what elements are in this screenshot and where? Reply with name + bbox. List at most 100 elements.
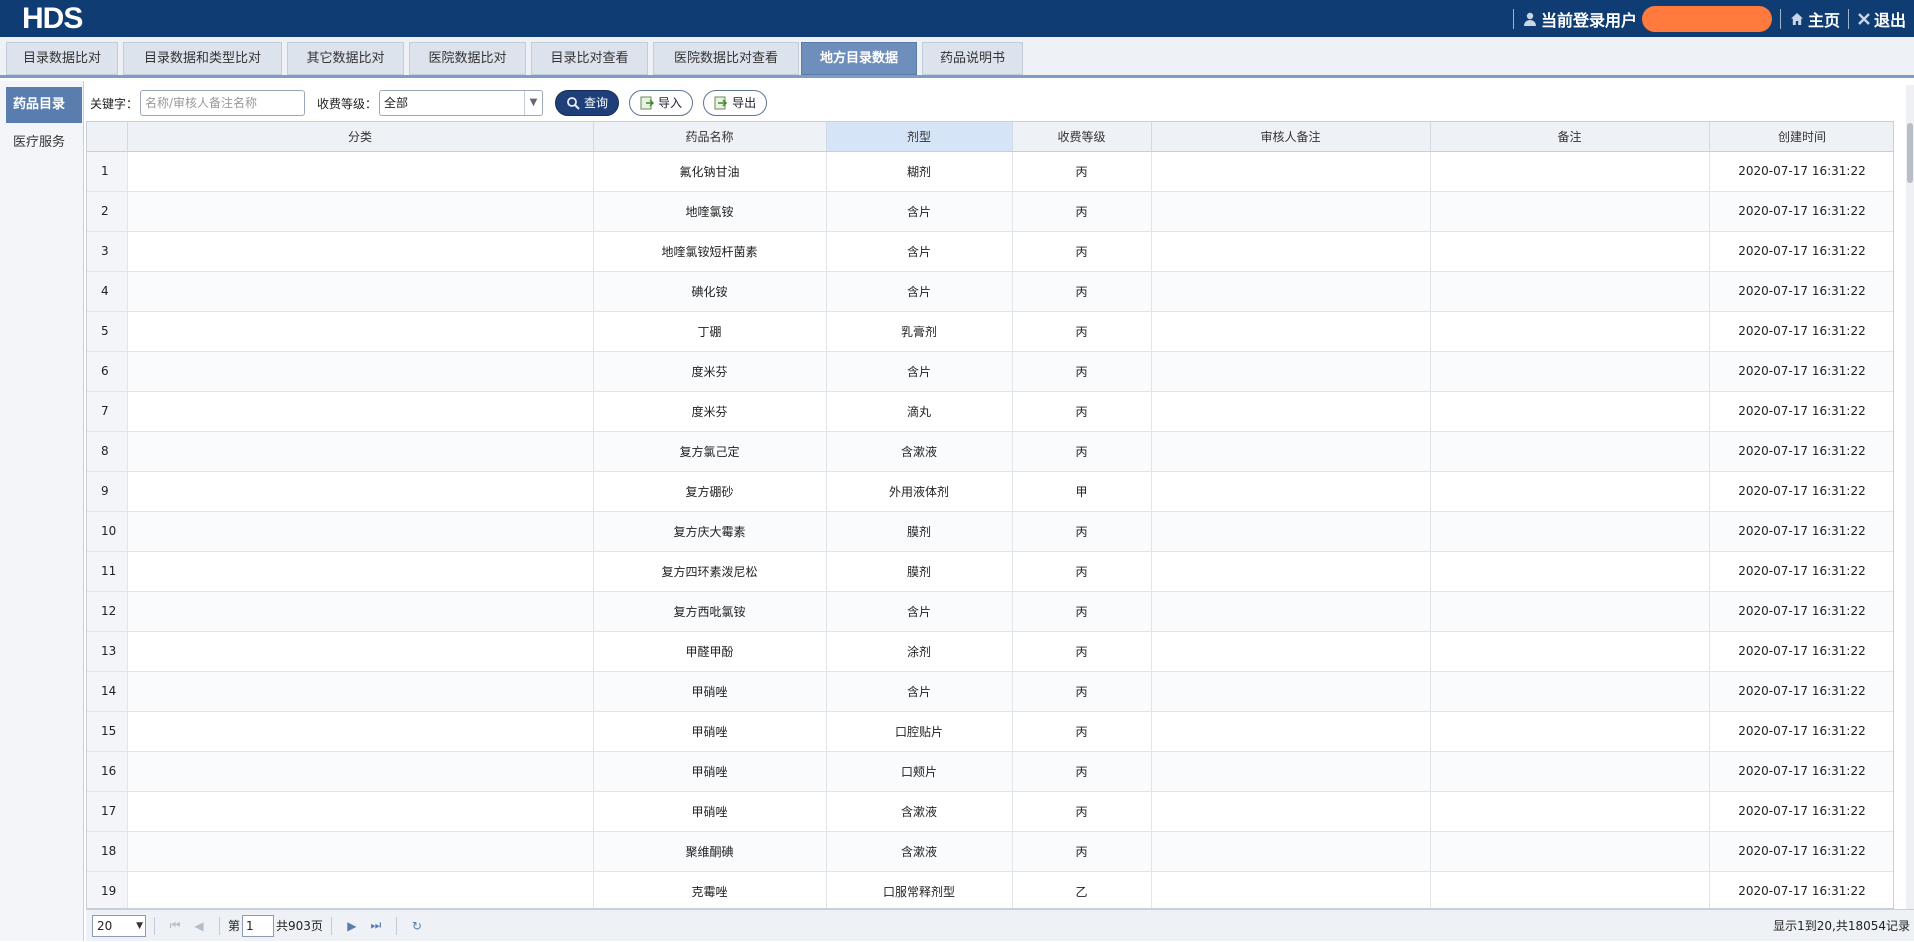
table-row[interactable]: 12 复方西吡氯铵 含片丙 2020-07-17 16:31:22 — [87, 591, 1893, 632]
table-row[interactable]: 1 氟化钠甘油 糊剂丙 2020-07-17 16:31:22 — [87, 151, 1893, 192]
drug-name-cell: 复方西吡氯铵 — [593, 591, 827, 632]
divider — [1779, 8, 1781, 29]
charge-level-cell: 丙 — [1012, 151, 1152, 192]
created-time-cell: 2020-07-17 16:31:22 — [1709, 191, 1893, 232]
level-select-value: 全部 — [384, 96, 409, 110]
auditor-note-cell — [1151, 711, 1431, 752]
column-header-note[interactable]: 备注 — [1430, 122, 1710, 152]
dosage-form-cell: 口颊片 — [826, 751, 1013, 792]
table-row[interactable]: 18 聚维酮碘 含漱液丙 2020-07-17 16:31:22 — [87, 831, 1893, 872]
first-page-icon[interactable]: ⏮ — [166, 917, 184, 935]
column-header-dosage-form[interactable]: 剂型 — [826, 122, 1013, 152]
search-button[interactable]: 查询 — [555, 90, 620, 116]
column-header-created-time[interactable]: 创建时间 — [1709, 122, 1893, 152]
note-cell — [1430, 751, 1710, 792]
drug-name-cell: 地喹氯铵短杆菌素 — [593, 231, 827, 272]
logout-link[interactable]: 退出 — [1857, 7, 1906, 31]
tab-catalog-compare[interactable]: 目录数据比对 — [6, 42, 118, 75]
table-row[interactable]: 4 碘化铵 含片丙 2020-07-17 16:31:22 — [87, 271, 1893, 312]
table-row[interactable]: 16 甲硝唑 口颊片丙 2020-07-17 16:31:22 — [87, 751, 1893, 792]
home-link[interactable]: 主页 — [1789, 7, 1840, 31]
created-time-cell: 2020-07-17 16:31:22 — [1709, 871, 1893, 908]
category-cell — [127, 431, 594, 472]
drug-name-cell: 地喹氯铵 — [593, 191, 827, 232]
auditor-note-cell — [1151, 791, 1431, 832]
drug-name-cell: 甲硝唑 — [593, 751, 827, 792]
divider — [330, 916, 332, 935]
note-cell — [1430, 351, 1710, 392]
tab-local-catalog[interactable]: 地方目录数据 — [801, 42, 917, 75]
table-row[interactable]: 8 复方氯己定 含漱液丙 2020-07-17 16:31:22 — [87, 431, 1893, 472]
note-cell — [1430, 471, 1710, 512]
export-button[interactable]: 导出 — [703, 90, 768, 116]
note-cell — [1430, 391, 1710, 432]
tab-drug-instructions[interactable]: 药品说明书 — [922, 42, 1023, 75]
tab-hospital-compare[interactable]: 医院数据比对 — [409, 42, 526, 75]
dosage-form-cell: 含漱液 — [826, 831, 1013, 872]
sidebar-item-medical-service[interactable]: 医疗服务 — [6, 125, 82, 161]
refresh-icon[interactable]: ↻ — [408, 917, 426, 935]
table-row[interactable]: 17 甲硝唑 含漱液丙 2020-07-17 16:31:22 — [87, 791, 1893, 832]
prev-page-icon[interactable]: ◀ — [190, 917, 208, 935]
table-row[interactable]: 19 克霉唑 口服常释剂型乙 2020-07-17 16:31:22 — [87, 871, 1893, 908]
note-cell — [1430, 551, 1710, 592]
table-row[interactable]: 6 度米芬 含片丙 2020-07-17 16:31:22 — [87, 351, 1893, 392]
table-row[interactable]: 13 甲醛甲酚 涂剂丙 2020-07-17 16:31:22 — [87, 631, 1893, 672]
close-icon — [1858, 12, 1870, 25]
dosage-form-cell: 乳膏剂 — [826, 311, 1013, 352]
column-header-category[interactable]: 分类 — [127, 122, 594, 152]
table-row[interactable]: 7 度米芬 滴丸丙 2020-07-17 16:31:22 — [87, 391, 1893, 432]
auditor-note-cell — [1151, 151, 1431, 192]
auditor-note-cell — [1151, 391, 1431, 432]
level-select[interactable]: 全部 ▼ — [379, 90, 544, 116]
table-row[interactable]: 2 地喹氯铵 含片丙 2020-07-17 16:31:22 — [87, 191, 1893, 232]
tab-catalog-type-compare[interactable]: 目录数据和类型比对 — [123, 42, 282, 75]
row-index: 10 — [87, 511, 128, 552]
category-cell — [127, 631, 594, 672]
row-index: 3 — [87, 231, 128, 272]
current-user[interactable]: 当前登录用户 — [1522, 5, 1772, 32]
category-cell — [127, 311, 594, 352]
table-row[interactable]: 3 地喹氯铵短杆菌素 含片丙 2020-07-17 16:31:22 — [87, 231, 1893, 272]
tab-other-compare[interactable]: 其它数据比对 — [287, 42, 404, 75]
charge-level-cell: 丙 — [1012, 551, 1152, 592]
keyword-input[interactable]: 名称/审核人备注名称 — [140, 90, 306, 116]
table-row[interactable]: 15 甲硝唑 口腔贴片丙 2020-07-17 16:31:22 — [87, 711, 1893, 752]
table-row[interactable]: 5 丁硼 乳膏剂丙 2020-07-17 16:31:22 — [87, 311, 1893, 352]
dosage-form-cell: 外用液体剂 — [826, 471, 1013, 512]
note-cell — [1430, 831, 1710, 872]
scrollbar-thumb[interactable] — [1907, 123, 1913, 183]
column-header-drug-name[interactable]: 药品名称 — [593, 122, 827, 152]
vertical-scrollbar[interactable] — [1906, 85, 1914, 909]
created-time-cell: 2020-07-17 16:31:22 — [1709, 151, 1893, 192]
column-header-auditor-note[interactable]: 审核人备注 — [1151, 122, 1431, 152]
note-cell — [1430, 631, 1710, 672]
column-header-charge-level[interactable]: 收费等级 — [1012, 122, 1152, 152]
tab-hospital-compare-view[interactable]: 医院数据比对查看 — [653, 42, 799, 75]
auditor-note-cell — [1151, 351, 1431, 392]
page-size-select[interactable]: 20 ▼ — [92, 914, 146, 937]
category-cell — [127, 671, 594, 712]
created-time-cell: 2020-07-17 16:31:22 — [1709, 231, 1893, 272]
tab-catalog-compare-view[interactable]: 目录比对查看 — [531, 42, 648, 75]
divider — [395, 916, 397, 935]
row-index: 14 — [87, 671, 128, 712]
dosage-form-cell: 滴丸 — [826, 391, 1013, 432]
table-row[interactable]: 9 复方硼砂 外用液体剂甲 2020-07-17 16:31:22 — [87, 471, 1893, 512]
created-time-cell: 2020-07-17 16:31:22 — [1709, 591, 1893, 632]
table-row[interactable]: 11 复方四环素泼尼松 膜剂丙 2020-07-17 16:31:22 — [87, 551, 1893, 592]
auditor-note-cell — [1151, 591, 1431, 632]
import-button[interactable]: 导入 — [629, 90, 694, 116]
sidebar-item-drug-catalog[interactable]: 药品目录 — [6, 87, 82, 123]
created-time-cell: 2020-07-17 16:31:22 — [1709, 671, 1893, 712]
column-header-index — [87, 122, 128, 152]
next-page-icon[interactable]: ▶ — [343, 917, 361, 935]
drug-name-cell: 复方庆大霉素 — [593, 511, 827, 552]
category-cell — [127, 151, 594, 192]
level-label: 收费等级： — [317, 96, 378, 111]
pagination-bar: 20 ▼ ⏮ ◀ 第 1 共903页 ▶ ⏭ ↻ 显示1到20,共18054记录 — [86, 909, 1914, 941]
last-page-icon[interactable]: ⏭ — [367, 917, 385, 935]
current-page-input[interactable]: 1 — [242, 914, 275, 937]
table-row[interactable]: 14 甲硝唑 含片丙 2020-07-17 16:31:22 — [87, 671, 1893, 712]
table-row[interactable]: 10 复方庆大霉素 膜剂丙 2020-07-17 16:31:22 — [87, 511, 1893, 552]
